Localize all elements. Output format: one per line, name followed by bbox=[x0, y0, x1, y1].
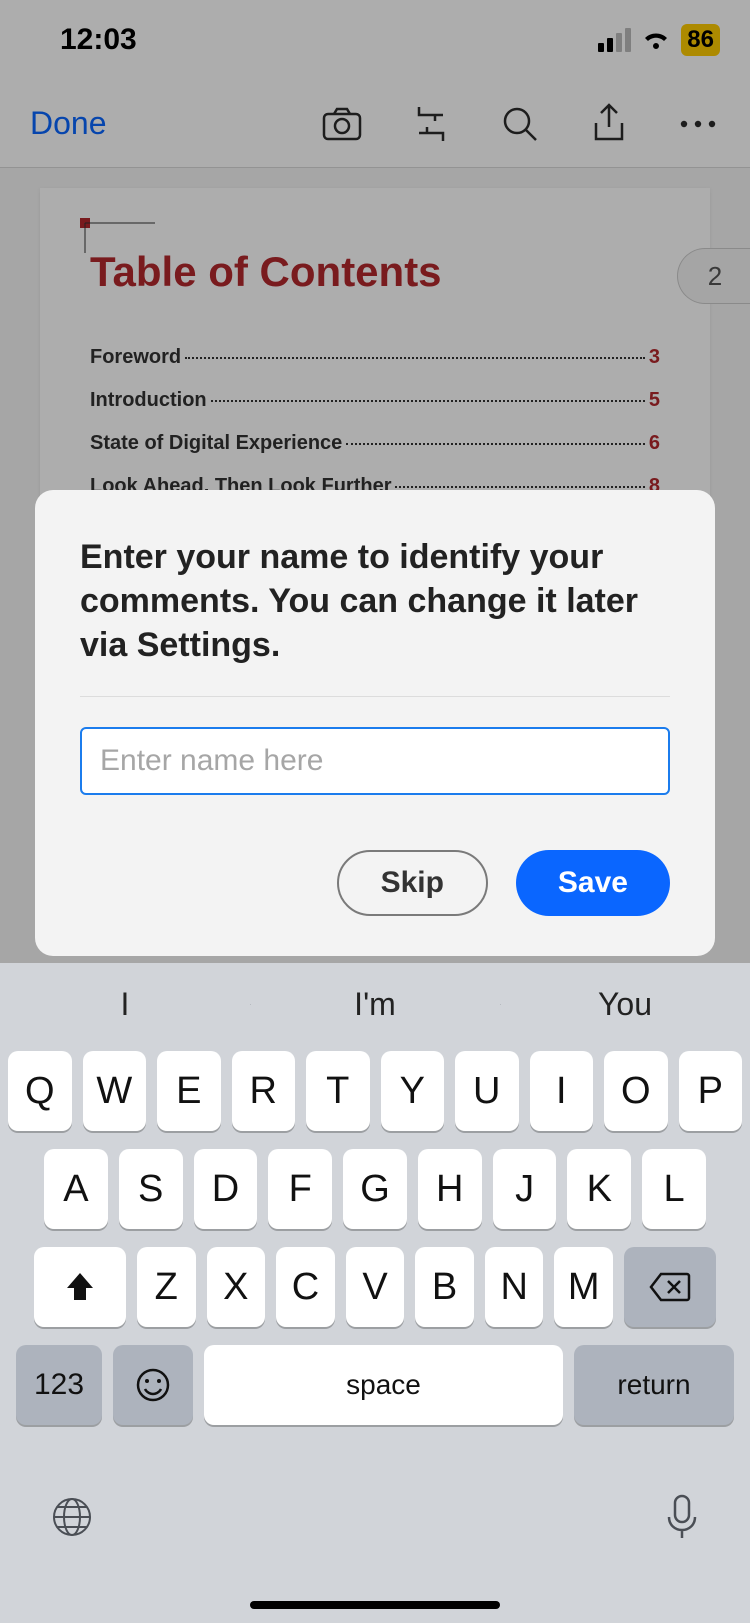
key-g[interactable]: G bbox=[343, 1149, 407, 1229]
shift-key[interactable] bbox=[34, 1247, 126, 1327]
numbers-key[interactable]: 123 bbox=[16, 1345, 102, 1425]
key-y[interactable]: Y bbox=[381, 1051, 445, 1131]
status-time: 12:03 bbox=[30, 23, 137, 57]
key-b[interactable]: B bbox=[415, 1247, 474, 1327]
cellular-signal-icon bbox=[598, 28, 631, 52]
page-number-indicator[interactable]: 2 bbox=[677, 248, 750, 304]
suggestion[interactable]: I'm bbox=[250, 986, 500, 1023]
key-n[interactable]: N bbox=[485, 1247, 544, 1327]
keyboard-suggestions: I I'm You bbox=[0, 963, 750, 1045]
toc-leader bbox=[211, 400, 645, 402]
wifi-icon bbox=[641, 28, 671, 52]
emoji-key[interactable] bbox=[113, 1345, 193, 1425]
key-h[interactable]: H bbox=[418, 1149, 482, 1229]
skip-button[interactable]: Skip bbox=[337, 850, 488, 916]
camera-icon[interactable] bbox=[320, 102, 364, 146]
search-icon[interactable] bbox=[498, 102, 542, 146]
page-title: Table of Contents bbox=[90, 248, 660, 296]
microphone-icon[interactable] bbox=[664, 1493, 700, 1546]
save-button[interactable]: Save bbox=[516, 850, 670, 916]
space-key[interactable]: space bbox=[204, 1345, 563, 1425]
key-w[interactable]: W bbox=[83, 1051, 147, 1131]
more-icon[interactable] bbox=[676, 102, 720, 146]
toc-leader bbox=[346, 443, 645, 445]
key-u[interactable]: U bbox=[455, 1051, 519, 1131]
key-k[interactable]: K bbox=[567, 1149, 631, 1229]
key-d[interactable]: D bbox=[194, 1149, 258, 1229]
done-button[interactable]: Done bbox=[30, 105, 107, 142]
key-m[interactable]: M bbox=[554, 1247, 613, 1327]
toc-entry: State of Digital Experience 6 bbox=[90, 432, 660, 455]
crop-icon[interactable] bbox=[409, 102, 453, 146]
dialog-message: Enter your name to identify your comment… bbox=[80, 535, 670, 668]
toc-page: 6 bbox=[649, 432, 660, 455]
home-indicator[interactable] bbox=[250, 1601, 500, 1609]
on-screen-keyboard: I I'm You QWERTYUIOP ASDFGHJKL ZXCVBNM 1… bbox=[0, 963, 750, 1623]
key-c[interactable]: C bbox=[276, 1247, 335, 1327]
battery-indicator: 86 bbox=[681, 24, 720, 56]
name-input[interactable] bbox=[80, 727, 670, 795]
backspace-key[interactable] bbox=[624, 1247, 716, 1327]
toc-entry: Introduction 5 bbox=[90, 389, 660, 412]
status-bar: 12:03 86 bbox=[0, 0, 750, 80]
divider bbox=[80, 696, 670, 697]
key-f[interactable]: F bbox=[268, 1149, 332, 1229]
key-x[interactable]: X bbox=[207, 1247, 266, 1327]
key-s[interactable]: S bbox=[119, 1149, 183, 1229]
toc-leader bbox=[395, 486, 644, 488]
toc-entry: Foreword 3 bbox=[90, 346, 660, 369]
toolbar: Done bbox=[0, 80, 750, 168]
key-t[interactable]: T bbox=[306, 1051, 370, 1131]
toc-label: Introduction bbox=[90, 389, 207, 412]
comment-marker-icon bbox=[80, 218, 160, 258]
name-entry-dialog: Enter your name to identify your comment… bbox=[35, 490, 715, 956]
key-l[interactable]: L bbox=[642, 1149, 706, 1229]
suggestion[interactable]: You bbox=[500, 986, 750, 1023]
key-p[interactable]: P bbox=[679, 1051, 743, 1131]
toc-label: State of Digital Experience bbox=[90, 432, 342, 455]
key-z[interactable]: Z bbox=[137, 1247, 196, 1327]
key-r[interactable]: R bbox=[232, 1051, 296, 1131]
toc-page: 3 bbox=[649, 346, 660, 369]
toc-page: 5 bbox=[649, 389, 660, 412]
key-a[interactable]: A bbox=[44, 1149, 108, 1229]
key-v[interactable]: V bbox=[346, 1247, 405, 1327]
key-q[interactable]: Q bbox=[8, 1051, 72, 1131]
toc-leader bbox=[185, 357, 645, 359]
globe-icon[interactable] bbox=[50, 1495, 94, 1544]
share-icon[interactable] bbox=[587, 102, 631, 146]
key-i[interactable]: I bbox=[530, 1051, 594, 1131]
key-e[interactable]: E bbox=[157, 1051, 221, 1131]
toc-label: Foreword bbox=[90, 346, 181, 369]
suggestion[interactable]: I bbox=[0, 986, 250, 1023]
key-j[interactable]: J bbox=[493, 1149, 557, 1229]
return-key[interactable]: return bbox=[574, 1345, 734, 1425]
key-o[interactable]: O bbox=[604, 1051, 668, 1131]
